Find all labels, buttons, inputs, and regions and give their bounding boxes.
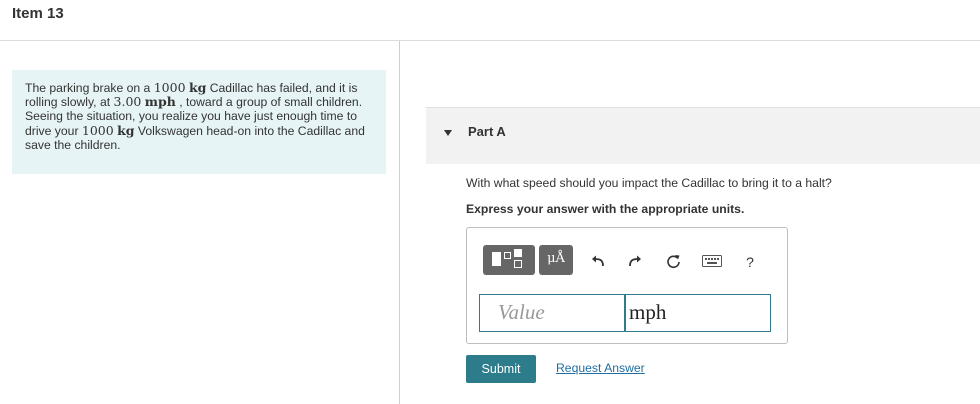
units-button[interactable]: μÅ xyxy=(539,245,573,275)
request-answer-link[interactable]: Request Answer xyxy=(556,361,645,375)
problem-text: The parking brake on a xyxy=(25,81,154,95)
instruction-text: Express your answer with the appropriate… xyxy=(466,202,745,216)
page: Item 13 The parking brake on a 1000 kg C… xyxy=(0,0,980,404)
answer-box: μÅ ? Value mph xyxy=(466,227,788,344)
problem-unit: kg xyxy=(188,80,207,95)
keyboard-icon[interactable] xyxy=(701,253,723,269)
part-a-header[interactable]: Part A xyxy=(426,107,980,164)
help-icon[interactable]: ? xyxy=(742,254,758,270)
undo-icon[interactable] xyxy=(590,253,606,269)
problem-unit: kg xyxy=(117,122,135,138)
templates-button[interactable] xyxy=(483,245,535,275)
value-input[interactable]: Value xyxy=(479,294,625,332)
problem-number: 1000 xyxy=(153,80,186,95)
problem-statement: The parking brake on a 1000 kg Cadillac … xyxy=(12,70,386,174)
submit-button[interactable]: Submit xyxy=(466,355,536,383)
problem-number: 3.00 xyxy=(113,94,142,110)
reset-icon[interactable] xyxy=(665,253,681,269)
question-text: With what speed should you impact the Ca… xyxy=(466,176,832,190)
column-divider xyxy=(399,41,400,404)
collapse-triangle-icon[interactable] xyxy=(444,130,452,136)
redo-icon[interactable] xyxy=(627,253,643,269)
problem-number: 1000 xyxy=(81,122,114,138)
units-icon: μÅ xyxy=(547,251,565,266)
unit-input[interactable]: mph xyxy=(625,294,771,332)
problem-unit: mph xyxy=(144,94,176,110)
item-title: Item 13 xyxy=(12,5,64,22)
part-label: Part A xyxy=(468,124,506,139)
item-header: Item 13 xyxy=(0,0,980,41)
